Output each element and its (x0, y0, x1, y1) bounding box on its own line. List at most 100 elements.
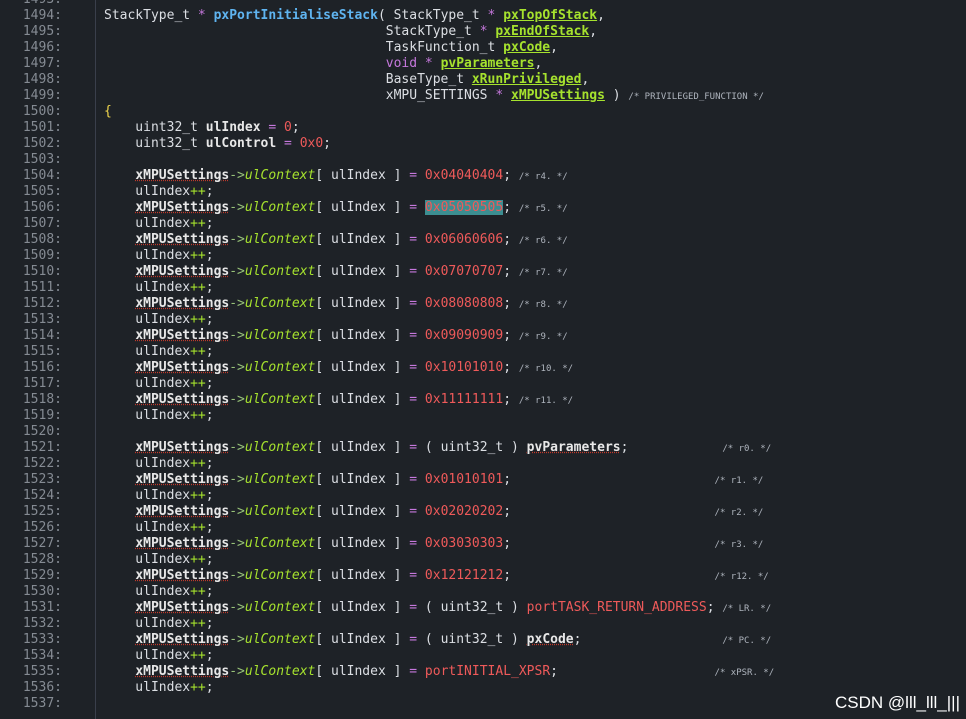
code-text[interactable]: xMPUSettings->ulContext[ ulIndex ] = 0x1… (104, 392, 573, 409)
code-token: 0x07070707 (424, 264, 504, 279)
code-text[interactable]: StackType_t * pxPortInitialiseStack( Sta… (104, 8, 605, 24)
code-token: uint32_t (104, 120, 206, 135)
code-text[interactable]: ulIndex++; (104, 584, 213, 600)
code-token: [ ulIndex ] (315, 440, 410, 455)
code-text[interactable]: xMPUSettings->ulContext[ ulIndex ] = 0x1… (104, 568, 768, 585)
code-token: * (197, 8, 214, 23)
code-text[interactable]: xMPU_SETTINGS * xMPUSettings ) /* PRIVIL… (104, 88, 764, 105)
code-text[interactable]: void * pvParameters, (104, 56, 543, 72)
code-token: /* r9. */ (518, 332, 568, 342)
code-text[interactable]: xMPUSettings->ulContext[ ulIndex ] = 0x0… (104, 536, 763, 553)
code-token: 0x10101010 (424, 360, 504, 375)
code-token: TaskFunction_t (104, 40, 504, 55)
code-text[interactable]: xMPUSettings->ulContext[ ulIndex ] = 0x0… (104, 296, 567, 313)
code-text[interactable]: ulIndex++; (104, 648, 213, 664)
code-token: 0x06060606 (424, 232, 504, 247)
code-text[interactable]: xMPUSettings->ulContext[ ulIndex ] = ( u… (104, 632, 771, 649)
code-token: ++ (190, 376, 206, 391)
code-text[interactable]: ulIndex++; (104, 280, 213, 296)
line-number: 1499: (22, 88, 62, 103)
code-token: ; (706, 600, 723, 615)
code-text[interactable]: { (104, 104, 112, 120)
line-number: 1496: (22, 40, 62, 55)
code-text[interactable]: ulIndex++; (104, 184, 213, 200)
code-token: -> (229, 504, 245, 519)
code-text[interactable]: xMPUSettings->ulContext[ ulIndex ] = 0x0… (104, 328, 568, 345)
code-text[interactable]: xMPUSettings->ulContext[ ulIndex ] = 0x0… (104, 168, 567, 185)
code-token: xRunPrivileged (471, 72, 582, 87)
code-token: /* r10. */ (518, 364, 574, 374)
code-text[interactable]: uint32_t ulControl = 0x0; (104, 136, 331, 152)
code-token: = (409, 440, 425, 455)
code-text[interactable]: xMPUSettings->ulContext[ ulIndex ] = ( u… (104, 600, 771, 617)
code-token: -> (229, 392, 245, 407)
line-number: 1524: (22, 488, 62, 503)
code-token: ulContext (244, 168, 316, 183)
line-number: 1500: (22, 104, 62, 119)
code-text[interactable]: ulIndex++; (104, 616, 213, 632)
code-text[interactable]: xMPUSettings->ulContext[ ulIndex ] = 0x0… (104, 504, 763, 521)
code-text[interactable]: ulIndex++; (104, 552, 214, 568)
code-text[interactable]: ulIndex++; (104, 520, 213, 536)
line-number: 1519: (22, 408, 62, 423)
code-token: 0x04040404 (424, 168, 504, 183)
code-text[interactable]: ulIndex++; (104, 488, 213, 504)
code-token: = (276, 136, 300, 151)
code-text[interactable]: ulIndex++; (104, 680, 213, 696)
code-token: xMPUSettings (135, 264, 230, 279)
code-token: ; (503, 296, 519, 311)
code-token: * (479, 24, 496, 39)
code-text[interactable]: ulIndex++; (104, 312, 213, 328)
line-number: 1514: (22, 328, 62, 343)
code-text[interactable]: ulIndex++; (104, 248, 213, 264)
code-text[interactable]: xMPUSettings->ulContext[ ulIndex ] = 0x0… (104, 200, 568, 217)
code-token: ulIndex (104, 280, 191, 295)
code-text[interactable]: StackType_t * pxEndOfStack, (104, 24, 597, 40)
code-text[interactable]: xMPUSettings->ulContext[ ulIndex ] = 0x0… (104, 472, 763, 489)
code-text[interactable]: xMPUSettings->ulContext[ ulIndex ] = 0x0… (104, 264, 567, 281)
code-token: ++ (190, 488, 206, 503)
code-text[interactable]: xMPUSettings->ulContext[ ulIndex ] = por… (104, 664, 774, 681)
code-editor[interactable]: 1493:1494: StackType_t * pxPortInitialise… (0, 0, 966, 719)
code-token: -> (229, 264, 245, 279)
code-text[interactable]: ulIndex++; (104, 408, 213, 424)
code-text[interactable]: ulIndex++; (104, 456, 213, 472)
code-token: -> (229, 440, 245, 455)
code-text[interactable]: xMPUSettings->ulContext[ ulIndex ] = 0x1… (104, 360, 573, 377)
code-text[interactable]: TaskFunction_t pxCode, (104, 40, 558, 56)
code-text[interactable]: xMPUSettings->ulContext[ ulIndex ] = 0x0… (104, 232, 567, 249)
code-token: -> (229, 536, 245, 551)
code-token: xMPUSettings (135, 392, 230, 407)
code-token: ulContext (244, 328, 316, 343)
code-token: ulContext (244, 232, 316, 247)
code-text[interactable]: BaseType_t xRunPrivileged, (104, 72, 590, 88)
line-number: 1523: (22, 472, 62, 487)
code-text[interactable]: xMPUSettings->ulContext[ ulIndex ] = ( u… (104, 440, 771, 457)
code-token: ( uint32_t ) (424, 632, 527, 647)
code-token: /* r1. */ (714, 476, 764, 486)
code-token: ulIndex (104, 520, 191, 535)
code-token: , (597, 8, 605, 23)
code-token: StackType_t (104, 24, 480, 39)
code-token: ++ (190, 312, 206, 327)
code-text[interactable]: ulIndex++; (104, 216, 213, 232)
code-token: pxPortInitialiseStack (213, 8, 378, 23)
code-token: -> (229, 360, 245, 375)
code-text[interactable]: uint32_t ulIndex = 0; (104, 120, 299, 136)
code-token: 0 (284, 120, 292, 135)
code-token: ; (620, 440, 723, 455)
code-token: xMPUSettings (511, 88, 605, 103)
code-text[interactable]: ulIndex++; (104, 344, 213, 360)
line-number: 1528: (22, 552, 62, 567)
line-number: 1525: (22, 504, 62, 519)
code-token: xMPUSettings (135, 568, 230, 583)
code-token: -> (229, 600, 245, 615)
code-token: xMPU_SETTINGS (104, 88, 496, 103)
code-token: ; (205, 552, 214, 567)
code-text[interactable]: ulIndex++; (104, 376, 213, 392)
line-number: 1518: (22, 392, 62, 407)
code-token: [ ulIndex ] (315, 264, 410, 279)
